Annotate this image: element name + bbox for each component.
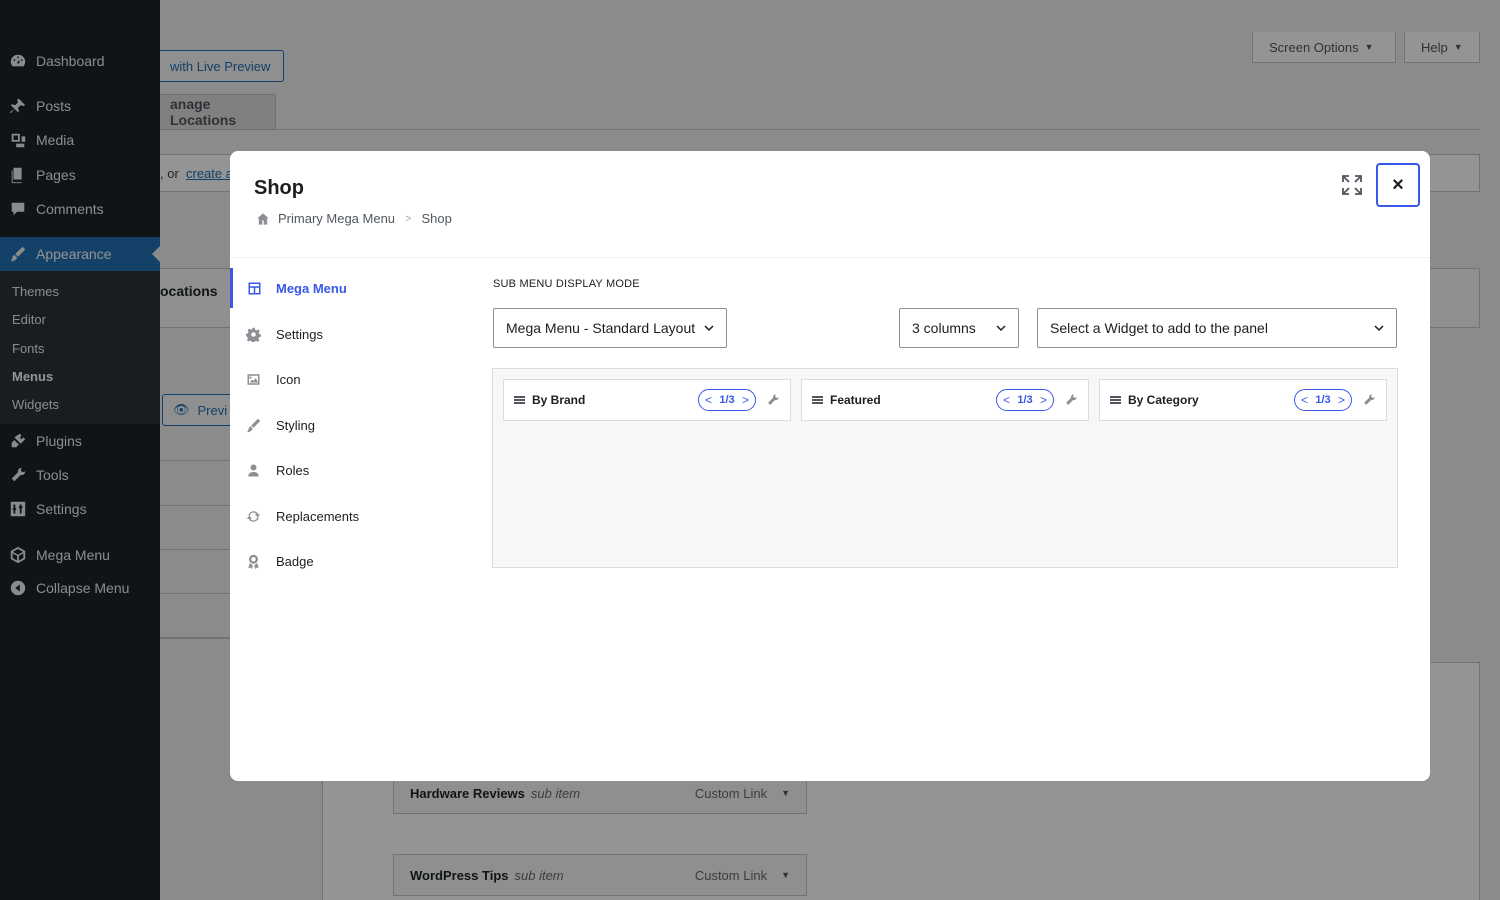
chevron-down-icon [1374, 325, 1384, 332]
expand-icon [1342, 175, 1362, 195]
chevron-left-icon[interactable]: < [1301, 393, 1308, 407]
columns-select[interactable]: 3 columns [899, 308, 1019, 348]
nav-item-label: Roles [276, 462, 310, 478]
display-mode-value: Mega Menu - Standard Layout [506, 320, 696, 336]
header-divider [230, 257, 1430, 258]
widget-select-value: Select a Widget to add to the panel [1050, 320, 1268, 336]
modal-title: Shop [254, 177, 304, 199]
column-span-control[interactable]: < 1/3 > [698, 389, 756, 411]
column-span-value: 1/3 [1315, 394, 1331, 406]
nav-item-label: Badge [276, 553, 314, 569]
gear-icon [230, 327, 276, 342]
fullscreen-button[interactable] [1340, 173, 1364, 197]
mega-menu-settings-modal: Shop Primary Mega Menu > Shop × Mega Men… [230, 151, 1430, 781]
brush-icon [230, 418, 276, 433]
nav-item-styling[interactable]: Styling [230, 405, 470, 445]
column-span-control[interactable]: < 1/3 > [996, 389, 1054, 411]
breadcrumb-current: Shop [421, 211, 452, 226]
column-title: By Category [1128, 393, 1199, 407]
column-span-control[interactable]: < 1/3 > [1294, 389, 1352, 411]
chevron-down-icon [996, 325, 1006, 332]
wrench-icon[interactable] [1362, 393, 1376, 407]
home-icon [257, 212, 269, 225]
nav-item-icon[interactable]: Icon [230, 359, 470, 399]
close-icon: × [1392, 173, 1404, 196]
drag-handle-icon[interactable] [1110, 396, 1121, 404]
breadcrumb-root[interactable]: Primary Mega Menu [278, 211, 395, 226]
nav-item-label: Styling [276, 417, 316, 433]
refresh-icon [230, 509, 276, 524]
chevron-right-icon[interactable]: > [1338, 393, 1345, 407]
chevron-right-icon: > [405, 212, 412, 225]
image-icon [230, 372, 276, 387]
mega-menu-panel: By Brand < 1/3 > Featured < 1/3 > By Cat… [492, 368, 1398, 568]
panel-column[interactable]: By Category < 1/3 > [1099, 379, 1387, 421]
nav-item-badge[interactable]: Badge [230, 541, 470, 581]
nav-item-replacements[interactable]: Replacements [230, 496, 470, 536]
chevron-right-icon[interactable]: > [742, 393, 749, 407]
chevron-left-icon[interactable]: < [705, 393, 712, 407]
wrench-icon[interactable] [1064, 393, 1078, 407]
section-label: SUB MENU DISPLAY MODE [493, 278, 640, 290]
panel-column[interactable]: Featured < 1/3 > [801, 379, 1089, 421]
nav-item-label: Replacements [276, 508, 360, 524]
drag-handle-icon[interactable] [514, 396, 525, 404]
chevron-right-icon[interactable]: > [1040, 393, 1047, 407]
display-mode-select[interactable]: Mega Menu - Standard Layout [493, 308, 727, 348]
nav-item-mega-menu[interactable]: Mega Menu [230, 268, 470, 308]
breadcrumb: Primary Mega Menu > Shop [256, 211, 452, 226]
user-icon [230, 463, 276, 478]
award-icon [230, 554, 276, 569]
chevron-left-icon[interactable]: < [1003, 393, 1010, 407]
panel-column[interactable]: By Brand < 1/3 > [503, 379, 791, 421]
nav-item-label: Icon [276, 371, 301, 387]
widget-select[interactable]: Select a Widget to add to the panel [1037, 308, 1397, 348]
column-span-value: 1/3 [1017, 394, 1033, 406]
columns-value: 3 columns [912, 320, 976, 336]
wrench-icon[interactable] [766, 393, 780, 407]
nav-item-label: Settings [276, 326, 323, 342]
column-span-value: 1/3 [719, 394, 735, 406]
column-title: By Brand [532, 393, 586, 407]
close-button[interactable]: × [1376, 163, 1420, 207]
chevron-down-icon [704, 325, 714, 332]
nav-item-settings[interactable]: Settings [230, 314, 470, 354]
nav-item-roles[interactable]: Roles [230, 450, 470, 490]
nav-item-label: Mega Menu [276, 280, 347, 296]
drag-handle-icon[interactable] [812, 396, 823, 404]
column-title: Featured [830, 393, 881, 407]
layout-icon [233, 281, 276, 296]
